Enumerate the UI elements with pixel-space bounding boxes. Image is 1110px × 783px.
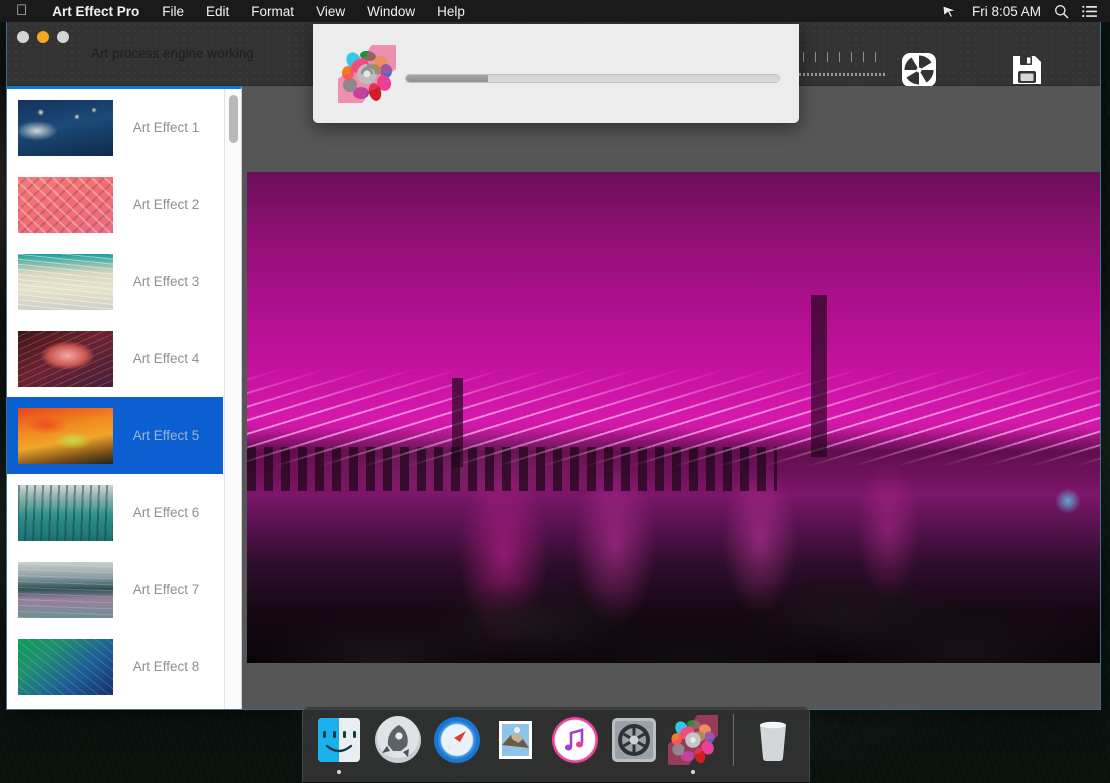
system-preferences-gear-icon bbox=[612, 718, 657, 762]
dock bbox=[302, 706, 810, 782]
dock-separator bbox=[732, 714, 734, 766]
bridge-night-photo[interactable] bbox=[247, 172, 1100, 663]
effect-thumbnail bbox=[18, 330, 113, 387]
effect-thumbnail bbox=[18, 407, 113, 464]
window-controls bbox=[17, 31, 69, 43]
notification-list-icon[interactable] bbox=[1082, 5, 1098, 18]
photo-bridge-lights bbox=[247, 172, 1100, 663]
effect-label: Art Effect 4 bbox=[132, 351, 200, 366]
effect-label: Art Effect 2 bbox=[132, 197, 200, 212]
effect-thumbnail bbox=[18, 176, 113, 233]
finder-icon bbox=[317, 718, 360, 762]
menu-item-view[interactable]: View bbox=[305, 4, 356, 19]
effect-thumbnail bbox=[18, 484, 113, 541]
photo-bridge-tower-left bbox=[452, 378, 464, 467]
maximize-button[interactable] bbox=[57, 31, 69, 43]
apple-logo-icon[interactable]:  bbox=[0, 3, 40, 18]
running-indicator bbox=[336, 770, 341, 774]
menu-bar-status-area: Fri 8:05 AM bbox=[942, 4, 1110, 19]
running-indicator bbox=[691, 770, 696, 774]
menu-app-name[interactable]: Art Effect Pro bbox=[40, 4, 151, 19]
effect-list-item[interactable]: Art Effect 4 bbox=[7, 320, 223, 397]
effect-list-item[interactable]: Art Effect 1 bbox=[7, 89, 223, 166]
effect-label: Art Effect 5 bbox=[132, 428, 200, 443]
sidebar-scrollbar[interactable] bbox=[224, 89, 241, 709]
itunes-music-note-icon bbox=[552, 717, 599, 763]
effect-label: Art Effect 8 bbox=[132, 659, 200, 674]
effects-sidebar[interactable]: Art Effect 1 Art Effect 2 Art Effect 3 Art … bbox=[7, 86, 242, 709]
effect-list-item[interactable]: Art Effect 5 bbox=[7, 397, 223, 474]
safari-compass-icon bbox=[433, 717, 480, 763]
dock-item-mail[interactable] bbox=[490, 713, 541, 767]
effect-thumbnail bbox=[18, 638, 113, 695]
menu-item-edit[interactable]: Edit bbox=[195, 4, 240, 19]
dock-item-trash[interactable] bbox=[748, 713, 799, 767]
photo-bridge-tower-right bbox=[811, 294, 828, 457]
dock-item-art-effect-pro[interactable] bbox=[668, 713, 719, 774]
floppy-disk-save-icon bbox=[1013, 56, 1041, 84]
effect-list-item[interactable]: Art Effect 2 bbox=[7, 166, 223, 243]
progress-dialog: Art process engine working bbox=[91, 24, 799, 123]
desktop:  Art Effect Pro File Edit Format View W… bbox=[0, 0, 1110, 783]
app-window: Art Effect 1 Art Effect 2 Art Effect 3 Art … bbox=[6, 22, 1101, 710]
effect-list-item[interactable]: Art Effect 8 bbox=[7, 628, 223, 705]
airplay-cursor-icon[interactable] bbox=[942, 4, 959, 18]
effect-label: Art Effect 3 bbox=[132, 274, 200, 289]
mail-stamp-icon bbox=[498, 721, 532, 759]
progress-bar bbox=[405, 74, 780, 83]
effect-label: Art Effect 1 bbox=[132, 120, 200, 135]
menu-item-file[interactable]: File bbox=[151, 4, 195, 19]
dock-item-system-preferences[interactable] bbox=[609, 713, 660, 767]
art-effect-pro-icon bbox=[668, 715, 719, 765]
menu-item-format[interactable]: Format bbox=[240, 4, 305, 19]
effect-thumbnail bbox=[18, 561, 113, 618]
effect-thumbnail bbox=[18, 99, 113, 156]
menu-item-help[interactable]: Help bbox=[426, 4, 476, 19]
trash-icon bbox=[760, 721, 787, 761]
progress-bar-fill bbox=[406, 75, 489, 82]
effect-label: Art Effect 6 bbox=[132, 505, 200, 520]
effects-list[interactable]: Art Effect 1 Art Effect 2 Art Effect 3 Art … bbox=[7, 89, 223, 705]
shutter-icon bbox=[902, 53, 936, 87]
sidebar-scrollbar-thumb[interactable] bbox=[229, 95, 238, 143]
dock-item-safari[interactable] bbox=[431, 713, 482, 767]
art-effect-pro-app-icon bbox=[333, 40, 401, 108]
menu-bar:  Art Effect Pro File Edit Format View W… bbox=[0, 0, 1110, 22]
close-button[interactable] bbox=[17, 31, 29, 43]
menu-item-window[interactable]: Window bbox=[356, 4, 426, 19]
launchpad-rocket-icon bbox=[374, 716, 421, 763]
dock-item-itunes[interactable] bbox=[550, 713, 601, 767]
shutter-aperture-button[interactable] bbox=[899, 50, 939, 90]
effect-list-item[interactable]: Art Effect 6 bbox=[7, 474, 223, 551]
dock-item-launchpad[interactable] bbox=[372, 713, 423, 767]
search-icon[interactable] bbox=[1054, 4, 1069, 19]
effect-list-item[interactable]: Art Effect 3 bbox=[7, 243, 223, 320]
menu-clock[interactable]: Fri 8:05 AM bbox=[972, 4, 1041, 19]
dock-item-finder[interactable] bbox=[313, 713, 364, 774]
save-button[interactable] bbox=[1007, 50, 1047, 90]
progress-dialog-title: Art process engine working bbox=[91, 46, 254, 61]
effect-list-item[interactable]: Art Effect 7 bbox=[7, 551, 223, 628]
minimize-button[interactable] bbox=[37, 31, 49, 43]
effect-thumbnail bbox=[18, 253, 113, 310]
effect-label: Art Effect 7 bbox=[132, 582, 200, 597]
